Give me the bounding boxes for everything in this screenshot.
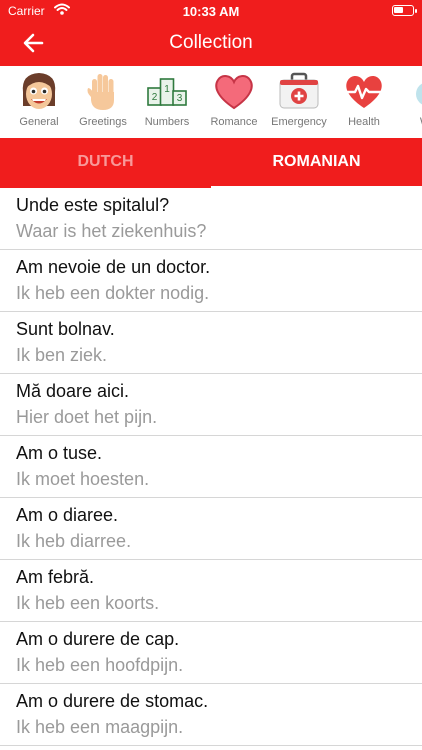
list-item[interactable]: Unde este spitalul? Waar is het ziekenhu… — [0, 188, 422, 250]
phrase-text: Mă doare aici. — [16, 381, 130, 401]
weather-icon — [416, 83, 422, 105]
first-aid-icon — [279, 72, 319, 109]
status-bar: Carrier 10:33 AM — [0, 0, 422, 22]
phrase-text: Am o tuse. — [16, 443, 103, 463]
translation-text: Ik heb een dokter nodig. — [16, 283, 210, 303]
category-strip[interactable]: General Greetings 2 1 3 Numbers Romance — [0, 66, 422, 138]
svg-text:3: 3 — [177, 93, 183, 104]
phrase-text: Sunt bolnav. — [16, 319, 115, 339]
battery-icon — [392, 5, 417, 16]
svg-text:2: 2 — [152, 92, 158, 103]
phrase-text: Am febră. — [16, 567, 95, 587]
phrase-text: Unde este spitalul? — [16, 195, 170, 215]
list-item[interactable]: Mă doare aici. Hier doet het pijn. — [0, 374, 422, 436]
heartbeat-icon — [343, 76, 385, 108]
translation-text: Ik heb diarree. — [16, 531, 132, 551]
list-item[interactable]: Am o tuse. Ik moet hoesten. — [0, 436, 422, 498]
status-time: 10:33 AM — [182, 4, 240, 19]
list-item[interactable]: Am febră. Ik heb een koorts. — [0, 560, 422, 622]
translation-text: Hier doet het pijn. — [16, 407, 158, 427]
phrase-text: Am nevoie de un doctor. — [16, 257, 211, 277]
svg-text:1: 1 — [164, 84, 170, 95]
page-title: Collection — [169, 32, 253, 53]
list-item[interactable]: Am o durere de cap. Ik heb een hoofdpijn… — [0, 622, 422, 684]
translation-text: Ik ben ziek. — [16, 345, 108, 365]
translation-text: Ik heb een koorts. — [16, 593, 160, 613]
tab-romanian[interactable]: ROMANIAN — [211, 138, 422, 188]
list-item[interactable]: Am nevoie de un doctor. Ik heb een dokte… — [0, 250, 422, 312]
heart-icon — [215, 75, 253, 110]
category-weather[interactable]: We — [396, 66, 422, 138]
list-item[interactable]: Am o diaree. Ik heb diarree. — [0, 498, 422, 560]
podium-icon: 2 1 3 — [147, 78, 187, 106]
phrase-text: Am o durere de cap. — [16, 629, 180, 649]
translation-text: Ik heb een hoofdpijn. — [16, 655, 184, 675]
list-item[interactable]: Am o durere de stomac. Ik heb een maagpi… — [0, 684, 422, 746]
category-label: We — [386, 116, 422, 128]
phrase-text: Am o diaree. — [16, 505, 119, 525]
app-header: Carrier 10:33 AM Collection — [0, 0, 422, 66]
category-numbers[interactable]: 2 1 3 Numbers — [135, 66, 199, 138]
tab-dutch[interactable]: DUTCH — [0, 138, 211, 188]
translation-text: Ik moet hoesten. — [16, 469, 150, 489]
translation-text: Waar is het ziekenhuis? — [16, 221, 207, 241]
translation-text: Ik heb een maagpijn. — [16, 717, 184, 737]
language-switch: DUTCH ROMANIAN — [0, 138, 422, 188]
phrase-text: Am o durere de stomac. — [16, 691, 209, 711]
face-icon — [22, 73, 56, 109]
hand-icon — [87, 74, 114, 110]
list-item[interactable]: Sunt bolnav. Ik ben ziek. — [0, 312, 422, 374]
